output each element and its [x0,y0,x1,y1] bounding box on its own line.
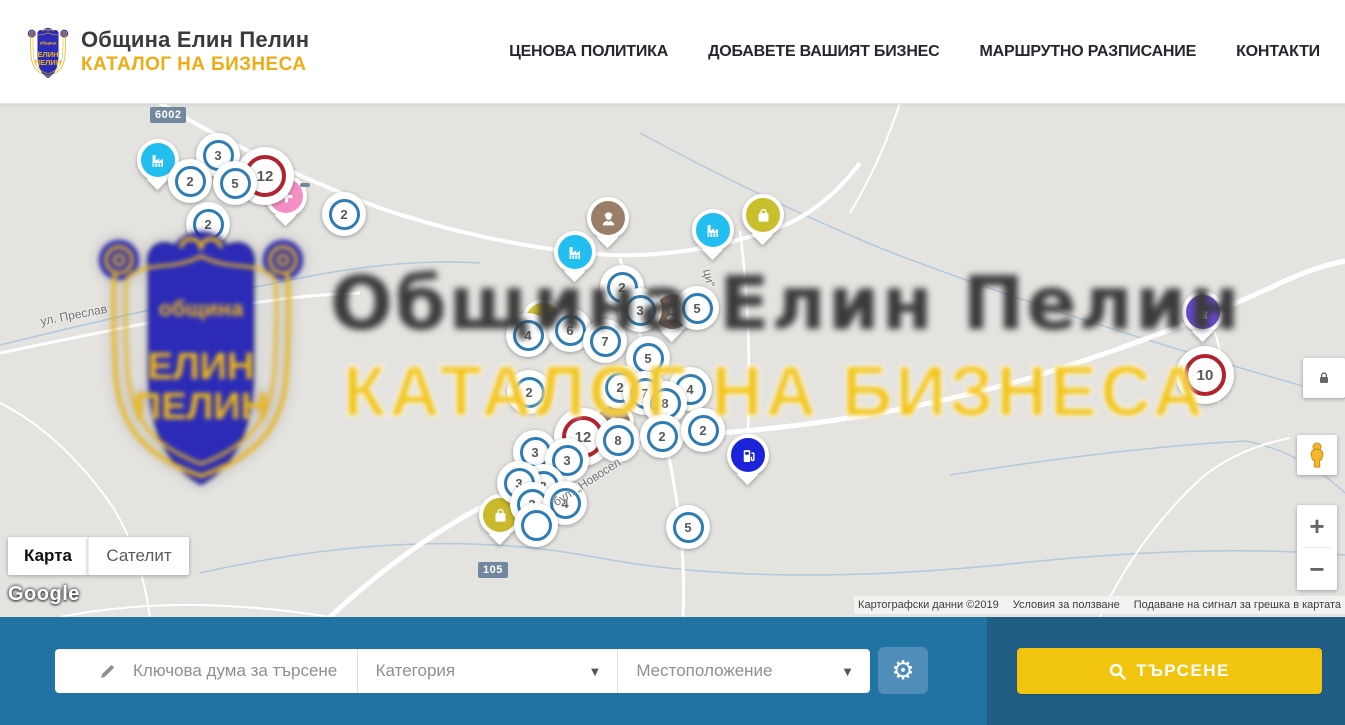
street-name-label: ци" [700,268,717,288]
location-select-value: Местоположение [636,661,772,681]
category-select-value: Категория [376,661,455,681]
svg-text:ЕЛИН: ЕЛИН [37,50,58,59]
municipality-coat-of-arms-icon: община ЕЛИН ПЕЛИН [25,21,71,83]
category-select[interactable]: Категория ▼ [358,649,619,693]
map-cluster-marker[interactable]: 5 [675,286,719,330]
map-cluster-marker[interactable]: 2 [186,202,230,246]
search-icon [1109,663,1126,680]
search-bar-left-panel: Категория ▼ Местоположение ▼ ⚙ [0,617,987,725]
nav-item-transport-schedule[interactable]: МАРШРУТНО РАЗПИСАНИЕ [980,43,1197,61]
chevron-down-icon: ▼ [841,664,854,679]
map-cluster-marker[interactable]: 2 [322,192,366,236]
map-cluster-marker[interactable]: 2 [640,414,684,458]
map-pin-factory[interactable] [692,209,734,251]
google-map[interactable]: 2321252235467522748128223383345106002105… [0,103,1345,617]
header: община ЕЛИН ПЕЛИН Община Елин Пелин КАТА… [0,0,1345,104]
map-markers-layer: 2321252235467522748128223383345106002105… [0,103,1345,617]
map-lock-button[interactable] [1303,358,1345,398]
map-cluster-marker[interactable]: 2 [681,408,725,452]
report-map-error-link[interactable]: Подаване на сигнал за грешка в картата [1134,599,1341,611]
search-button-label: ТЪРСЕНЕ [1136,661,1230,681]
zoom-control: + − [1297,505,1337,590]
nav-item-contacts[interactable]: КОНТАКТИ [1236,43,1320,61]
map-cluster-marker[interactable]: 5 [213,161,257,205]
map-type-control: Карта Сателит [8,537,189,575]
map-cluster-marker[interactable]: 7 [583,319,627,363]
map-cluster-marker[interactable]: 4 [506,313,550,357]
lock-icon [1317,371,1331,385]
road-number-badge: 105 [478,562,508,578]
map-pin-bag[interactable] [742,194,784,236]
nav-item-pricing[interactable]: ЦЕНОВА ПОЛИТИКА [509,43,668,61]
gear-icon: ⚙ [891,658,914,684]
road-number-badge [300,183,310,187]
map-attribution: Картографски данни ©2019 Условия за полз… [854,596,1345,614]
map-cluster-marker[interactable]: 2 [507,370,551,414]
map-cluster-marker[interactable]: 8 [596,418,640,462]
map-cluster-marker[interactable]: 2 [168,159,212,203]
street-view-pegman-button[interactable] [1297,435,1337,475]
search-bar: Категория ▼ Местоположение ▼ ⚙ ТЪРСЕНЕ [0,617,1345,725]
map-cluster-marker[interactable]: 10 [1176,346,1234,404]
site-logo[interactable]: община ЕЛИН ПЕЛИН Община Елин Пелин КАТА… [25,21,309,83]
map-type-satellite-button[interactable]: Сателит [88,537,189,575]
google-logo[interactable]: Google [8,583,80,606]
map-cluster-marker[interactable] [514,503,558,547]
svg-text:ПЕЛИН: ПЕЛИН [35,58,62,67]
map-type-map-button[interactable]: Карта [8,537,88,575]
pencil-icon [99,662,117,680]
keyword-search-input[interactable] [131,660,357,682]
keyword-field [55,649,358,693]
svg-text:община: община [40,40,57,45]
zoom-out-button[interactable]: − [1297,548,1337,590]
map-pin-factory[interactable] [554,231,596,273]
search-field-group: Категория ▼ Местоположение ▼ [55,649,870,693]
map-cluster-marker[interactable]: 3 [618,288,662,332]
map-cluster-marker[interactable]: 5 [666,505,710,549]
site-subtitle: КАТАЛОГ НА БИЗНЕСА [81,54,309,76]
search-bar-right-panel: ТЪРСЕНЕ [987,617,1345,725]
map-pin-church[interactable] [1182,291,1224,333]
search-button[interactable]: ТЪРСЕНЕ [1017,648,1322,694]
advanced-settings-button[interactable]: ⚙ [878,647,928,694]
terms-link[interactable]: Условия за ползване [1013,599,1120,611]
location-select[interactable]: Местоположение ▼ [618,649,870,693]
street-name-label: ул. Преслав [39,302,108,329]
chevron-down-icon: ▼ [588,664,601,679]
site-title: Община Елин Пелин [81,27,309,53]
road-number-badge: 6002 [150,107,186,123]
map-pin-fuel[interactable] [727,434,769,476]
nav-item-add-business[interactable]: ДОБАВЕТЕ ВАШИЯТ БИЗНЕС [708,43,939,61]
main-nav: ЦЕНОВА ПОЛИТИКА ДОБАВЕТЕ ВАШИЯТ БИЗНЕС М… [509,43,1320,61]
map-data-notice: Картографски данни ©2019 [858,599,999,611]
pegman-icon [1306,442,1328,468]
zoom-in-button[interactable]: + [1297,505,1337,547]
